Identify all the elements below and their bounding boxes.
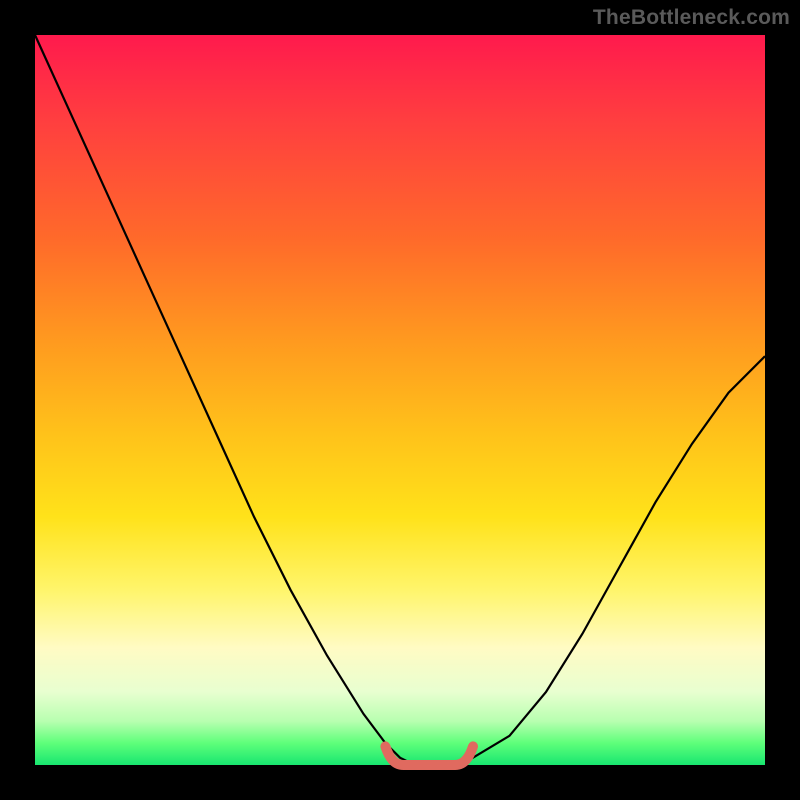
- bottleneck-curve-path: [35, 35, 765, 765]
- watermark-text: TheBottleneck.com: [593, 6, 790, 30]
- curve-svg: [35, 35, 765, 765]
- chart-frame: TheBottleneck.com: [0, 0, 800, 800]
- plot-area: [35, 35, 765, 765]
